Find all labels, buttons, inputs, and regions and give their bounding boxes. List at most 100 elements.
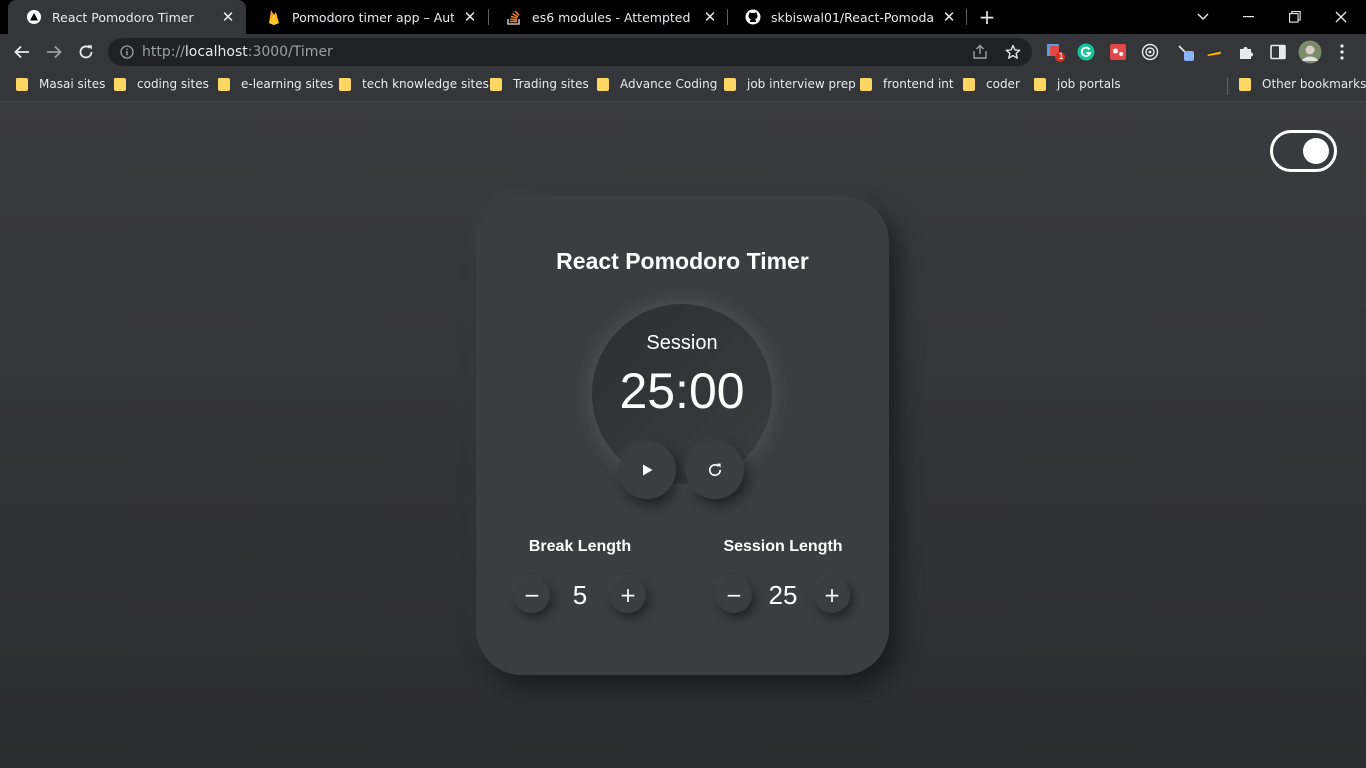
folder-icon xyxy=(114,77,126,91)
github-icon xyxy=(745,9,761,25)
share-icon[interactable] xyxy=(972,44,988,60)
reset-button[interactable] xyxy=(686,441,744,499)
tab-title: Pomodoro timer app – Authentic xyxy=(292,9,454,25)
target-extension-icon[interactable] xyxy=(1140,42,1160,62)
break-length-value: 5 xyxy=(572,580,588,610)
break-length-label: Break Length xyxy=(528,538,632,555)
extensions-puzzle-icon[interactable] xyxy=(1236,42,1256,62)
bookmark-job-portals[interactable]: job portals xyxy=(1034,70,1121,98)
tab-react-pomodoro[interactable]: React Pomodoro Timer ✕ xyxy=(8,0,246,34)
bookmark-e-learning-sites[interactable]: e-learning sites xyxy=(218,70,333,98)
address-bar[interactable]: http://localhost:3000/Timer xyxy=(108,38,1032,66)
theme-toggle[interactable] xyxy=(1270,130,1337,172)
timer-display: Session 25:00 xyxy=(592,304,772,484)
react-logo-icon xyxy=(26,9,42,25)
bookmark-star-icon[interactable] xyxy=(1005,44,1021,60)
extension-cards-icon[interactable]: 1 xyxy=(1045,42,1065,62)
restore-icon[interactable] xyxy=(1272,0,1318,34)
folder-icon xyxy=(16,77,28,91)
bookmark-advance-coding[interactable]: Advance Coding xyxy=(597,70,717,98)
url-path: :3000/Timer xyxy=(247,44,333,60)
reload-icon[interactable] xyxy=(72,38,100,66)
bookmark-label: tech knowledge sites xyxy=(362,77,489,91)
close-icon[interactable]: ✕ xyxy=(941,8,957,26)
url-host: localhost xyxy=(184,44,248,60)
toggle-knob xyxy=(1303,138,1329,164)
url-scheme: http:// xyxy=(142,44,185,60)
pen-extension-icon[interactable] xyxy=(1176,42,1196,62)
bookmark-frontend-int[interactable]: frontend int xyxy=(860,70,954,98)
folder-icon xyxy=(963,77,975,91)
session-increment-button[interactable]: + xyxy=(814,577,850,613)
page-content: React Pomodoro Timer Session 25:00 Break… xyxy=(0,102,1366,768)
bookmarks-separator xyxy=(1227,77,1228,95)
stackoverflow-icon xyxy=(506,9,522,25)
bookmark-label: coding sites xyxy=(137,77,209,91)
timer-time: 25:00 xyxy=(619,363,745,419)
bookmark-label: e-learning sites xyxy=(241,77,334,91)
bookmark-other-bookmarks[interactable]: Other bookmarks xyxy=(1239,70,1366,98)
bookmark-label: Trading sites xyxy=(513,77,589,91)
tab-pomodoro-firebase[interactable]: Pomodoro timer app – Authentic ✕ xyxy=(248,0,488,34)
back-icon[interactable] xyxy=(8,38,36,66)
close-icon[interactable]: ✕ xyxy=(702,8,718,26)
break-decrement-button[interactable]: − xyxy=(514,577,550,613)
bookmark-trading-sites[interactable]: Trading sites xyxy=(490,70,589,98)
ruler-extension-icon[interactable] xyxy=(1204,42,1224,62)
folder-icon xyxy=(1239,77,1251,91)
session-length-value: 25 xyxy=(768,580,798,610)
tab-title: skbiswal01/React-Pomodaro-app xyxy=(771,9,933,25)
minimize-icon[interactable] xyxy=(1226,0,1272,34)
folder-icon xyxy=(597,77,609,91)
tab-title: es6 modules - Attempted import xyxy=(532,9,694,25)
folder-icon xyxy=(218,77,230,91)
timer-label: Session xyxy=(646,332,718,354)
bookmarks-bar: Masai sites coding sites e-learning site… xyxy=(0,70,1366,102)
close-icon[interactable]: ✕ xyxy=(462,8,478,26)
grammarly-icon[interactable] xyxy=(1076,42,1096,62)
bookmark-tech-knowledge-sites[interactable]: tech knowledge sites xyxy=(339,70,489,98)
play-button[interactable] xyxy=(618,441,676,499)
forward-icon[interactable] xyxy=(40,38,68,66)
firebase-icon xyxy=(266,9,282,25)
new-tab-button[interactable]: + xyxy=(976,5,998,29)
bookmark-coding-sites[interactable]: coding sites xyxy=(114,70,209,98)
folder-icon xyxy=(860,77,872,91)
bookmark-label: Masai sites xyxy=(39,77,106,91)
bookmark-label: coder xyxy=(986,77,1020,91)
bookmark-label: job portals xyxy=(1057,77,1121,91)
tab-es6-modules[interactable]: es6 modules - Attempted import ✕ xyxy=(488,0,728,34)
folder-icon xyxy=(490,77,502,91)
bookmark-coder[interactable]: coder xyxy=(963,70,1020,98)
app-title: React Pomodoro Timer xyxy=(556,248,809,274)
browser-toolbar: http://localhost:3000/Timer 1 xyxy=(0,34,1366,70)
bookmark-label: job interview prep xyxy=(747,77,856,91)
session-length-label: Session Length xyxy=(723,538,843,555)
bookmark-job-interview-prep[interactable]: job interview prep xyxy=(724,70,856,98)
tab-search-icon[interactable] xyxy=(1180,0,1226,34)
bookmark-label: frontend int xyxy=(883,77,954,91)
site-info-icon[interactable] xyxy=(120,45,134,59)
close-window-icon[interactable] xyxy=(1318,0,1364,34)
side-panel-icon[interactable] xyxy=(1268,42,1288,62)
reset-icon xyxy=(707,462,723,478)
session-decrement-button[interactable]: − xyxy=(716,577,752,613)
bookmark-label: Other bookmarks xyxy=(1262,77,1366,91)
tab-separator xyxy=(966,9,967,25)
chrome-menu-icon[interactable] xyxy=(1332,42,1352,62)
extension-badge: 1 xyxy=(1058,51,1064,61)
close-icon[interactable]: ✕ xyxy=(220,8,236,26)
tab-github-repo[interactable]: skbiswal01/React-Pomodaro-app ✕ xyxy=(727,0,967,34)
extension-red-icon[interactable] xyxy=(1108,42,1128,62)
folder-icon xyxy=(724,77,736,91)
profile-avatar[interactable] xyxy=(1298,40,1322,64)
play-icon xyxy=(640,463,654,477)
folder-icon xyxy=(339,77,351,91)
tab-title: React Pomodoro Timer xyxy=(52,9,194,25)
bookmark-masai-sites[interactable]: Masai sites xyxy=(16,70,105,98)
folder-icon xyxy=(1034,77,1046,91)
pomodoro-card: React Pomodoro Timer Session 25:00 Break… xyxy=(476,196,889,675)
break-increment-button[interactable]: + xyxy=(610,577,646,613)
tab-strip: React Pomodoro Timer ✕ Pomodoro timer ap… xyxy=(0,0,1366,34)
bookmark-label: Advance Coding xyxy=(620,77,718,91)
